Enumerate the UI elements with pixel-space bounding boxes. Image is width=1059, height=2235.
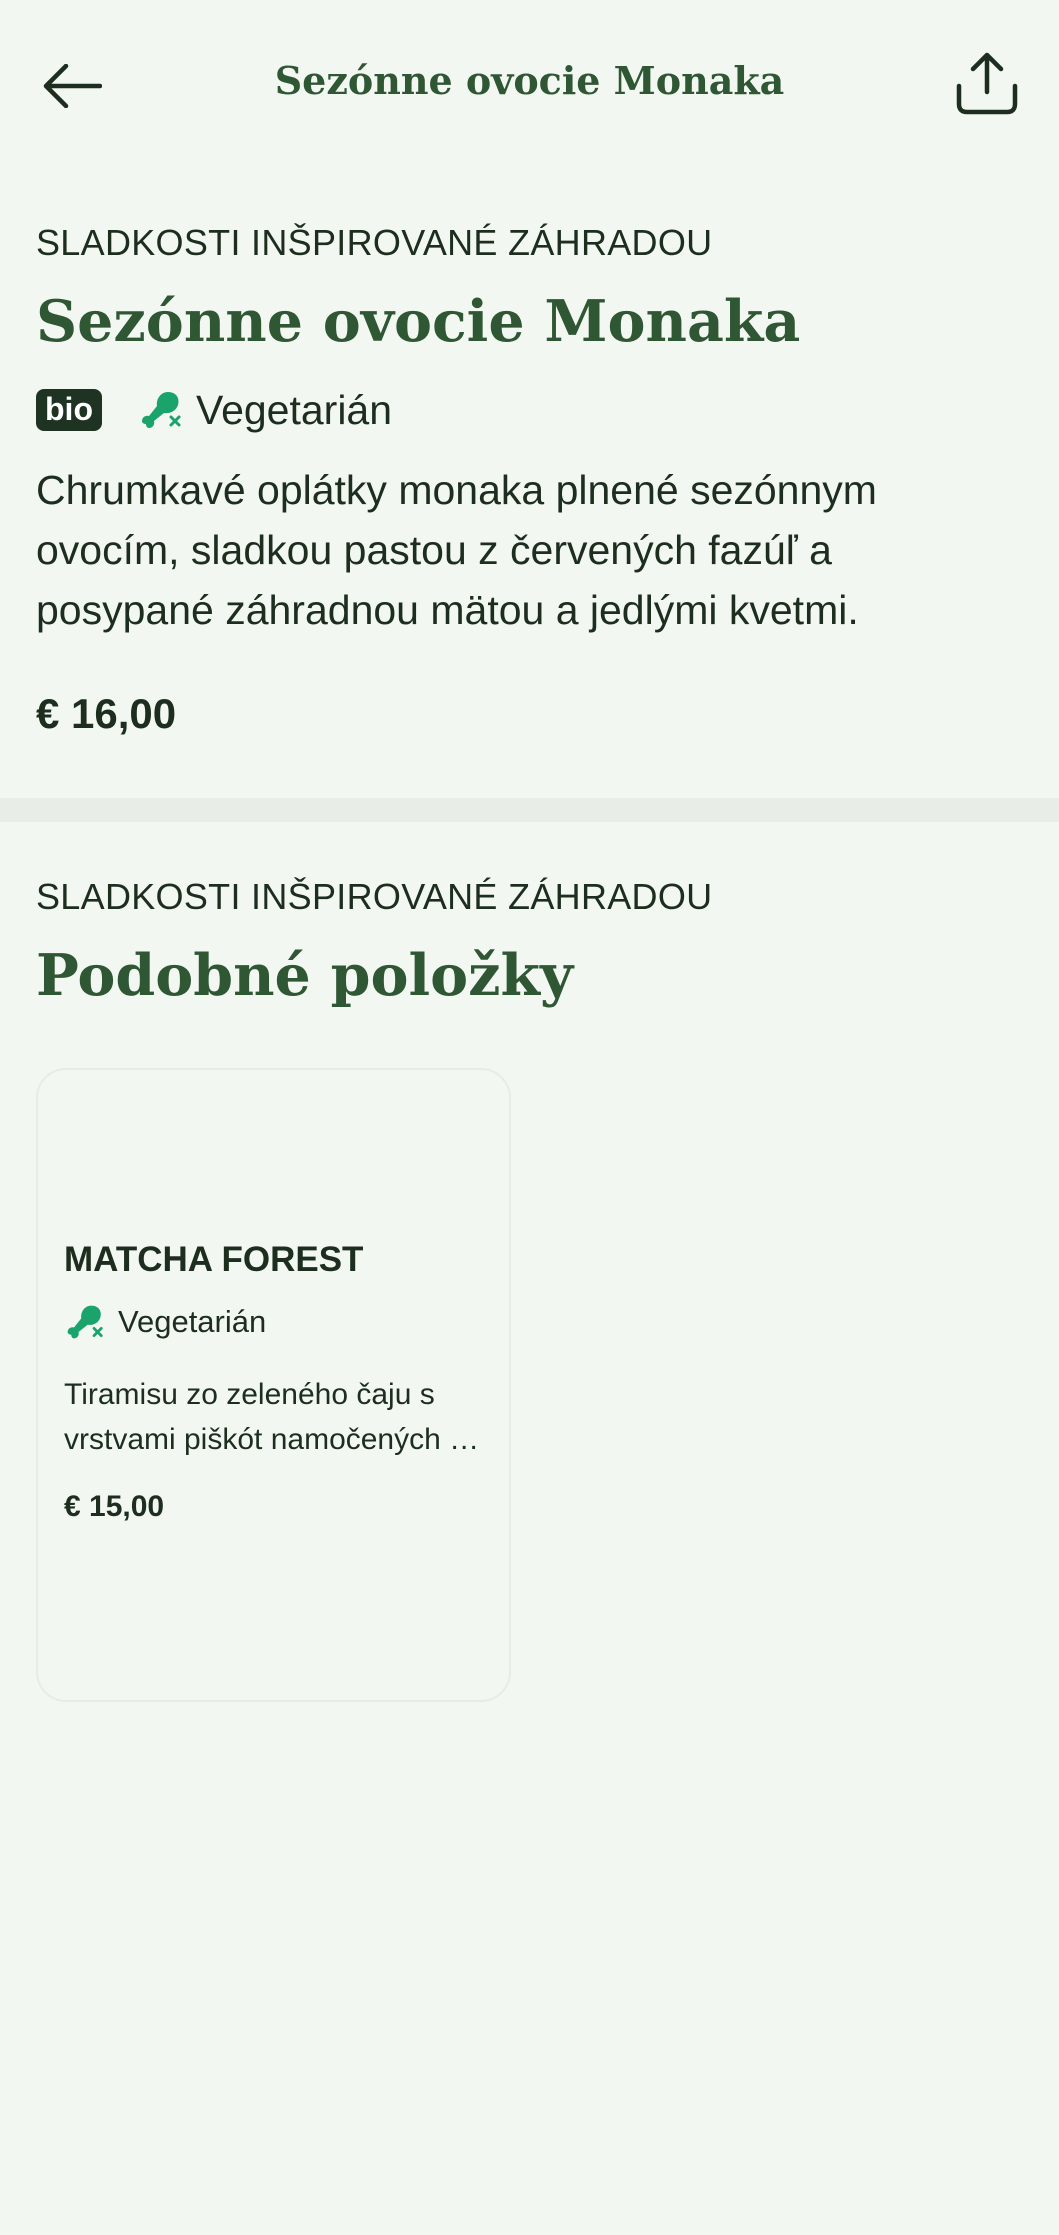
diet-label: Vegetarián (195, 386, 393, 433)
drumstick-crossed-icon (138, 388, 182, 432)
share-button[interactable] (950, 46, 1024, 122)
drumstick-crossed-icon (64, 1302, 104, 1342)
item-tags: bio Vegetarián (36, 382, 392, 438)
similar-category: SLADKOSTI INŠPIROVANÉ ZÁHRADOU (36, 876, 713, 917)
share-icon (956, 52, 1018, 115)
similar-item-card[interactable]: MATCHA FOREST Vegetarián Tiramisu zo zel… (36, 1068, 511, 1702)
similar-item-description: Tiramisu zo zeleného čaju s vrstvami piš… (64, 1378, 465, 1456)
item-description: Chrumkavé oplátky monaka plnené sezónnym… (36, 467, 877, 633)
similar-title: Podobné položky (36, 942, 574, 1009)
arrow-left-icon (43, 64, 102, 108)
page-title: Sezónne ovocie Monaka (274, 58, 785, 103)
item-price: € 16,00 (36, 690, 177, 737)
similar-item-price: € 15,00 (64, 1490, 165, 1523)
section-divider (0, 798, 1059, 822)
back-button[interactable] (36, 50, 108, 122)
bio-badge: bio (36, 389, 102, 431)
top-bar: Sezónne ovocie Monaka (0, 0, 1059, 170)
similar-item-name: MATCHA FOREST (64, 1240, 364, 1279)
item-name: Sezónne ovocie Monaka (36, 288, 801, 355)
similar-item-tags: Vegetarián (64, 1302, 266, 1342)
similar-item-diet-label: Vegetarián (118, 1304, 267, 1339)
item-category: SLADKOSTI INŠPIROVANÉ ZÁHRADOU (36, 222, 713, 263)
